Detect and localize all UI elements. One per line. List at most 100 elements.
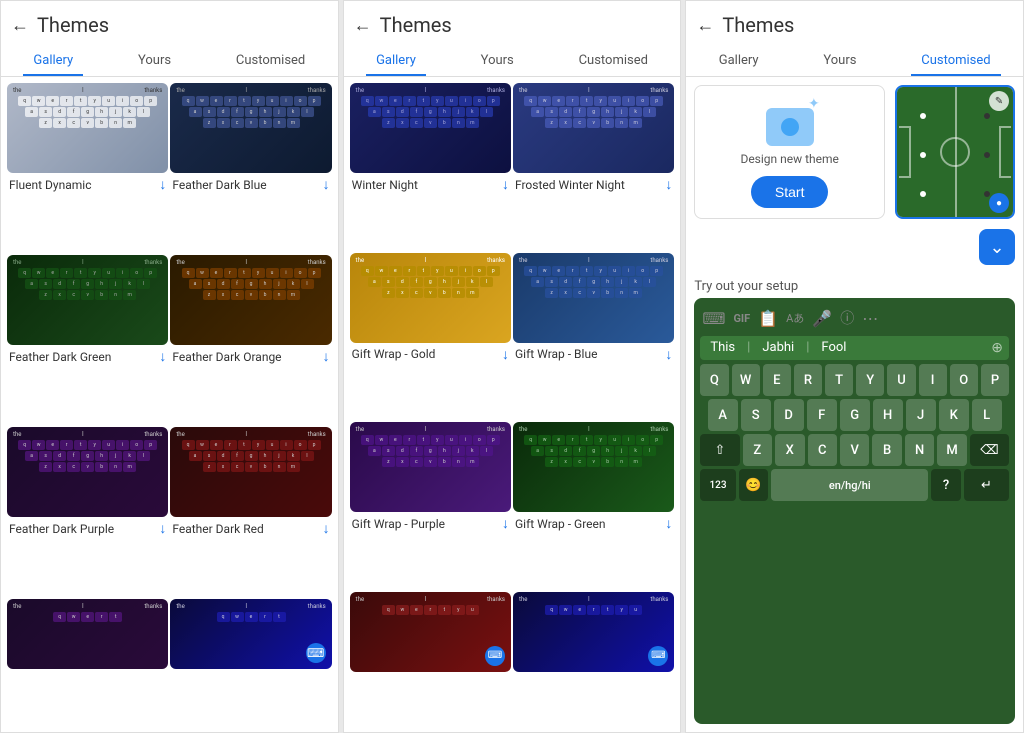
key-M[interactable]: M bbox=[937, 434, 966, 466]
theme-gift-blue[interactable]: thelthanks qwertyuiop asdfghjkl zxcvbnm … bbox=[513, 253, 674, 421]
info-icon[interactable]: ⓘ bbox=[840, 308, 854, 328]
key-Z[interactable]: Z bbox=[743, 434, 772, 466]
mic-icon[interactable]: 🎤 bbox=[812, 309, 832, 328]
theme-extra2[interactable]: thelthanks qwertyu ⌨ bbox=[513, 592, 674, 727]
add-suggestion-icon[interactable]: ⊕ bbox=[991, 340, 1003, 356]
design-new-theme-card[interactable]: ✦ Design new theme Start bbox=[694, 85, 885, 219]
app-container: ← Themes Gallery Yours Customised thelth… bbox=[0, 0, 1024, 733]
key-backspace[interactable]: ⌫ bbox=[970, 434, 1009, 466]
key-G[interactable]: G bbox=[840, 399, 870, 431]
theme-winter-night[interactable]: thelthanks qwertyuiop asdfghjkl zxcvbnm … bbox=[350, 83, 511, 251]
key-I[interactable]: I bbox=[919, 364, 947, 396]
theme-feather-dark-blue[interactable]: thelthanks qwertyuiop asdfghjkl zxcvbnm … bbox=[170, 83, 331, 253]
download-icon-fluent[interactable]: ↓ bbox=[159, 176, 166, 193]
key-space[interactable]: en/hg/hi bbox=[771, 469, 928, 501]
key-U[interactable]: U bbox=[887, 364, 915, 396]
keyboard-row-4: 123 😊 en/hg/hi ? ↵ bbox=[700, 469, 1009, 501]
tab-yours-2[interactable]: Yours bbox=[471, 47, 524, 76]
theme-extra-p1-1[interactable]: thelthanks qwert bbox=[7, 599, 168, 726]
theme-extra1[interactable]: thelthanks qwertyu ⌨ bbox=[350, 592, 511, 727]
theme-feather-dark-green[interactable]: thelthanks qwertyuiop asdfghjkl zxcvbnm … bbox=[7, 255, 168, 425]
key-L[interactable]: L bbox=[972, 399, 1002, 431]
start-button[interactable]: Start bbox=[751, 176, 829, 208]
key-123[interactable]: 123 bbox=[700, 469, 735, 501]
key-F[interactable]: F bbox=[807, 399, 837, 431]
theme-preview-extra-p1-1: thelthanks qwert bbox=[7, 599, 168, 669]
download-icon-gift-green[interactable]: ↓ bbox=[665, 515, 672, 532]
key-T[interactable]: T bbox=[825, 364, 853, 396]
try-setup-label: Try out your setup bbox=[694, 275, 1015, 298]
suggestion-fool[interactable]: Fool bbox=[817, 340, 850, 356]
key-S[interactable]: S bbox=[741, 399, 771, 431]
theme-feather-dark-orange[interactable]: thelthanks qwertyuiop asdfghjkl zxcvbnm … bbox=[170, 255, 331, 425]
tab-customised-3[interactable]: Customised bbox=[911, 47, 1000, 76]
selected-radio-icon[interactable]: ● bbox=[989, 193, 1009, 213]
back-button-1[interactable]: ← bbox=[11, 15, 29, 36]
foosball-theme-preview[interactable]: ✎ ● bbox=[895, 85, 1015, 219]
theme-preview-winter: thelthanks qwertyuiop asdfghjkl zxcvbnm bbox=[350, 83, 511, 173]
back-button-3[interactable]: ← bbox=[696, 15, 714, 36]
suggestion-jabhi[interactable]: Jabhi bbox=[758, 340, 798, 356]
chevron-down-button[interactable]: ⌄ bbox=[979, 229, 1015, 265]
tab-gallery-2[interactable]: Gallery bbox=[366, 47, 426, 76]
theme-gift-green[interactable]: thelthanks qwertyuiop asdfghjkl zxcvbnm … bbox=[513, 422, 674, 590]
theme-preview-gift-gold: thelthanks qwertyuiop asdfghjkl zxcvbnm bbox=[350, 253, 511, 343]
key-B[interactable]: B bbox=[872, 434, 901, 466]
key-W[interactable]: W bbox=[732, 364, 760, 396]
key-R[interactable]: R bbox=[794, 364, 822, 396]
tab-customised-2[interactable]: Customised bbox=[569, 47, 658, 76]
key-O[interactable]: O bbox=[950, 364, 978, 396]
back-button-2[interactable]: ← bbox=[354, 15, 372, 36]
key-H[interactable]: H bbox=[873, 399, 903, 431]
download-icon-fdb[interactable]: ↓ bbox=[323, 176, 330, 193]
theme-frosted-winter[interactable]: thelthanks qwertyuiop asdfghjkl zxcvbnm … bbox=[513, 83, 674, 251]
key-Y[interactable]: Y bbox=[856, 364, 884, 396]
tab-gallery-3[interactable]: Gallery bbox=[709, 47, 769, 76]
key-K[interactable]: K bbox=[939, 399, 969, 431]
download-icon-fdg[interactable]: ↓ bbox=[159, 348, 166, 365]
key-N[interactable]: N bbox=[905, 434, 934, 466]
key-V[interactable]: V bbox=[840, 434, 869, 466]
key-shift[interactable]: ⇧ bbox=[700, 434, 739, 466]
panel-3: ← Themes Gallery Yours Customised ✦ Desi… bbox=[685, 0, 1024, 733]
download-icon-winter[interactable]: ↓ bbox=[502, 176, 509, 193]
theme-gift-purple[interactable]: thelthanks qwertyuiop asdfghjkl zxcvbnm … bbox=[350, 422, 511, 590]
download-icon-gift-purple[interactable]: ↓ bbox=[502, 515, 509, 532]
key-emoji[interactable]: 😊 bbox=[739, 469, 768, 501]
download-icon-fdp[interactable]: ↓ bbox=[159, 520, 166, 537]
download-icon-frosted[interactable]: ↓ bbox=[665, 176, 672, 193]
clipboard-icon[interactable]: 📋 bbox=[758, 309, 778, 328]
edit-icon[interactable]: ✎ bbox=[989, 91, 1009, 111]
download-icon-gift-gold[interactable]: ↓ bbox=[502, 346, 509, 363]
translate-icon[interactable]: Aあ bbox=[786, 310, 804, 326]
key-A[interactable]: A bbox=[708, 399, 738, 431]
download-icon-gift-blue[interactable]: ↓ bbox=[665, 346, 672, 363]
tab-gallery-1[interactable]: Gallery bbox=[23, 47, 83, 76]
key-Q[interactable]: Q bbox=[700, 364, 728, 396]
key-J[interactable]: J bbox=[906, 399, 936, 431]
suggestion-this[interactable]: This bbox=[706, 340, 739, 356]
key-E[interactable]: E bbox=[763, 364, 791, 396]
key-X[interactable]: X bbox=[775, 434, 804, 466]
keyboard-preview-area: ⌨ GIF 📋 Aあ 🎤 ⓘ ⋯ This | Jabhi | Fool ⊕ bbox=[694, 298, 1015, 724]
theme-gift-gold[interactable]: thelthanks qwertyuiop asdfghjkl zxcvbnm … bbox=[350, 253, 511, 421]
theme-preview-fdg: thelthanks qwertyuiop asdfghjkl zxcvbnm bbox=[7, 255, 168, 345]
download-icon-fdo[interactable]: ↓ bbox=[323, 348, 330, 365]
key-C[interactable]: C bbox=[808, 434, 837, 466]
theme-feather-dark-purple[interactable]: thelthanks qwertyuiop asdfghjkl zxcvbnm … bbox=[7, 427, 168, 597]
more-icon[interactable]: ⋯ bbox=[862, 309, 878, 328]
tab-customised-1[interactable]: Customised bbox=[226, 47, 315, 76]
key-period[interactable]: ? bbox=[931, 469, 960, 501]
download-icon-fdr[interactable]: ↓ bbox=[323, 520, 330, 537]
theme-fluent-dynamic[interactable]: thelthanks qwertyuiop asdfghjkl zxcvbnm … bbox=[7, 83, 168, 253]
theme-extra-p1-2[interactable]: thelthanks qwert ⌨ bbox=[170, 599, 331, 726]
keyboard-icon[interactable]: ⌨ bbox=[702, 309, 725, 328]
theme-feather-dark-red[interactable]: thelthanks qwertyuiop asdfghjkl zxcvbnm … bbox=[170, 427, 331, 597]
theme-preview-gift-blue: thelthanks qwertyuiop asdfghjkl zxcvbnm bbox=[513, 253, 674, 343]
key-enter[interactable]: ↵ bbox=[964, 469, 1009, 501]
tab-yours-1[interactable]: Yours bbox=[128, 47, 181, 76]
gif-icon[interactable]: GIF bbox=[733, 312, 750, 325]
key-P[interactable]: P bbox=[981, 364, 1009, 396]
tab-yours-3[interactable]: Yours bbox=[813, 47, 866, 76]
key-D[interactable]: D bbox=[774, 399, 804, 431]
